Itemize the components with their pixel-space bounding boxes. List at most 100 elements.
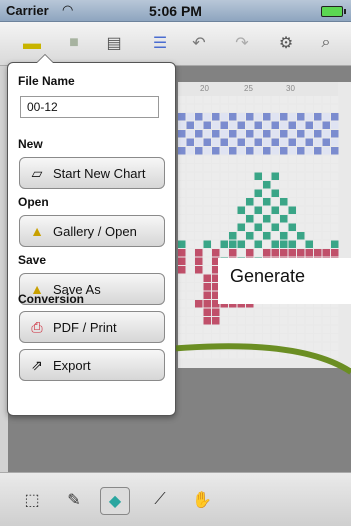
grid-cell[interactable] [331,342,339,351]
grid-cell[interactable] [203,317,212,325]
grid-cell[interactable] [314,104,322,113]
grid-cell[interactable] [229,317,237,325]
grid-cell[interactable] [229,223,237,232]
grid-cell[interactable] [246,308,254,317]
grid-cell[interactable] [271,232,280,240]
grid-cell[interactable] [280,96,288,104]
grid-cell[interactable] [280,215,288,223]
grid-cell[interactable] [263,104,271,113]
grid-cell[interactable] [314,113,322,121]
grid-cell[interactable] [195,96,203,104]
grid-cell[interactable] [220,215,229,223]
grid-cell[interactable] [280,172,288,181]
grid-cell[interactable] [263,155,271,164]
grid-cell[interactable] [263,223,271,232]
file-name-field[interactable]: 00-12 [20,96,159,118]
grid-cell[interactable] [229,155,237,164]
grid-cell[interactable] [314,198,322,206]
grid-cell[interactable] [203,249,212,257]
grid-cell[interactable] [331,104,339,113]
grid-cell[interactable] [186,266,195,274]
grid-cell[interactable] [280,189,288,198]
grid-cell[interactable] [178,147,186,155]
grid-cell[interactable] [212,189,220,198]
grid-cell[interactable] [305,206,314,215]
grid-cell[interactable] [220,121,229,130]
grid-cell[interactable] [246,104,254,113]
grid-cell[interactable] [178,189,186,198]
grid-cell[interactable] [178,325,186,334]
grid-cell[interactable] [203,147,212,155]
grid-cell[interactable] [297,240,305,249]
grid-cell[interactable] [271,325,280,334]
grid-cell[interactable] [263,206,271,215]
grid-cell[interactable] [229,240,237,249]
grid-cell[interactable] [246,351,254,359]
grid-cell[interactable] [254,172,263,181]
grid-cell[interactable] [305,113,314,121]
grid-cell[interactable] [280,104,288,113]
grid-cell[interactable] [246,325,254,334]
grid-cell[interactable] [305,249,314,257]
grid-cell[interactable] [263,334,271,342]
grid-cell[interactable] [237,189,246,198]
grid-cell[interactable] [220,104,229,113]
grid-cell[interactable] [314,223,322,232]
grid-cell[interactable] [186,223,195,232]
grid-cell[interactable] [263,96,271,104]
grid-cell[interactable] [246,147,254,155]
grid-cell[interactable] [280,342,288,351]
grid-cell[interactable] [186,232,195,240]
grid-cell[interactable] [314,130,322,138]
grid-cell[interactable] [186,96,195,104]
grid-cell[interactable] [229,334,237,342]
grid-cell[interactable] [322,232,331,240]
grid-cell[interactable] [297,249,305,257]
grid-cell[interactable] [305,130,314,138]
grid-cell[interactable] [246,113,254,121]
grid-cell[interactable] [322,113,331,121]
grid-cell[interactable] [280,113,288,121]
grid-cell[interactable] [220,325,229,334]
grid-cell[interactable] [288,342,297,351]
grid-cell[interactable] [297,308,305,317]
grid-cell[interactable] [280,155,288,164]
grid-cell[interactable] [203,240,212,249]
grid-cell[interactable] [271,317,280,325]
grid-cell[interactable] [212,334,220,342]
grid-cell[interactable] [203,198,212,206]
grid-cell[interactable] [246,181,254,189]
grid-cell[interactable] [178,300,186,308]
grid-cell[interactable] [331,351,339,359]
grid-cell[interactable] [237,113,246,121]
grid-cell[interactable] [314,189,322,198]
grid-cell[interactable] [331,181,339,189]
grid-cell[interactable] [203,104,212,113]
grid-cell[interactable] [263,121,271,130]
grid-cell[interactable] [186,104,195,113]
grid-cell[interactable] [212,104,220,113]
grid-cell[interactable] [263,325,271,334]
grid-cell[interactable] [195,351,203,359]
grid-cell[interactable] [271,249,280,257]
grid-cell[interactable] [237,147,246,155]
grid-cell[interactable] [254,223,263,232]
grid-cell[interactable] [229,138,237,147]
grid-cell[interactable] [229,189,237,198]
grid-cell[interactable] [237,240,246,249]
grid-cell[interactable] [186,325,195,334]
grid-cell[interactable] [331,198,339,206]
grid-cell[interactable] [195,325,203,334]
grid-cell[interactable] [314,325,322,334]
grid-cell[interactable] [186,291,195,300]
grid-cell[interactable] [297,325,305,334]
grid-cell[interactable] [288,215,297,223]
grid-cell[interactable] [203,164,212,172]
grid-cell[interactable] [186,189,195,198]
grid-cell[interactable] [271,334,280,342]
grid-cell[interactable] [288,172,297,181]
grid-cell[interactable] [305,172,314,181]
grid-cell[interactable] [212,198,220,206]
grid-cell[interactable] [305,96,314,104]
grid-cell[interactable] [297,121,305,130]
